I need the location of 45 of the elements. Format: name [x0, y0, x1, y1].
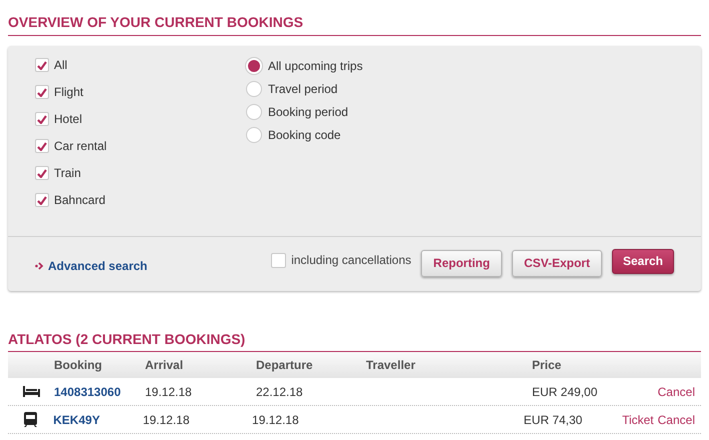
checkbox-label: including cancellations	[291, 252, 412, 269]
checkbox[interactable]	[35, 112, 49, 126]
checkbox-label: Flight	[54, 84, 84, 101]
booking-link[interactable]: KEK49Y	[53, 410, 143, 428]
checkbox[interactable]	[271, 252, 286, 268]
checkbox[interactable]	[35, 193, 49, 207]
checkbox[interactable]	[35, 139, 49, 153]
radio-label: Travel period	[268, 81, 338, 98]
radio-label: All upcoming trips	[268, 58, 363, 75]
table-cell-text: 19.12.18	[142, 412, 191, 428]
radio-button[interactable]	[246, 127, 262, 143]
checkbox-label: Train	[54, 165, 81, 182]
column-header: Departure	[256, 357, 314, 374]
radio-button[interactable]	[246, 104, 262, 120]
chevron-icon	[35, 262, 45, 270]
action-link[interactable]: Cancel	[658, 410, 695, 428]
table-cell-text: EUR 249,00	[532, 384, 598, 400]
column-header: Arrival	[145, 357, 184, 374]
checkbox[interactable]	[35, 85, 49, 99]
column-header: Traveller	[366, 357, 416, 374]
search-button[interactable]: Search	[612, 248, 674, 274]
table-cell-text: EUR 74,30	[524, 412, 584, 428]
checkbox-label: Car rental	[54, 138, 107, 155]
action-link[interactable]: Cancel	[658, 382, 695, 400]
action-button[interactable]: Reporting	[421, 250, 502, 276]
radio-label: Booking period	[268, 104, 348, 121]
checkbox[interactable]	[35, 166, 49, 180]
radio-button[interactable]	[246, 81, 262, 97]
checkbox-label: Bahncard	[54, 192, 106, 209]
column-header: Price	[532, 357, 562, 374]
checkbox[interactable]	[35, 58, 49, 72]
table-cell-text: 22.12.18	[256, 384, 304, 400]
advanced-search-link[interactable]: Advanced search	[35, 257, 148, 275]
column-header: Booking	[54, 357, 103, 374]
table-cell-text: 19.12.18	[145, 384, 193, 400]
checkbox-label: Hotel	[54, 111, 82, 128]
booking-link[interactable]: 1408313060	[54, 382, 145, 400]
page-title: OVERVIEW OF YOUR CURRENT BOOKINGS	[8, 12, 701, 36]
action-button[interactable]: CSV-Export	[512, 250, 602, 276]
radio-label: Booking code	[268, 127, 341, 144]
bed-icon	[22, 386, 40, 397]
checkbox-label: All	[54, 57, 68, 74]
train-icon	[24, 412, 38, 427]
table-cell-text: 19.12.18	[252, 412, 300, 428]
action-link[interactable]: Ticket	[622, 410, 654, 428]
